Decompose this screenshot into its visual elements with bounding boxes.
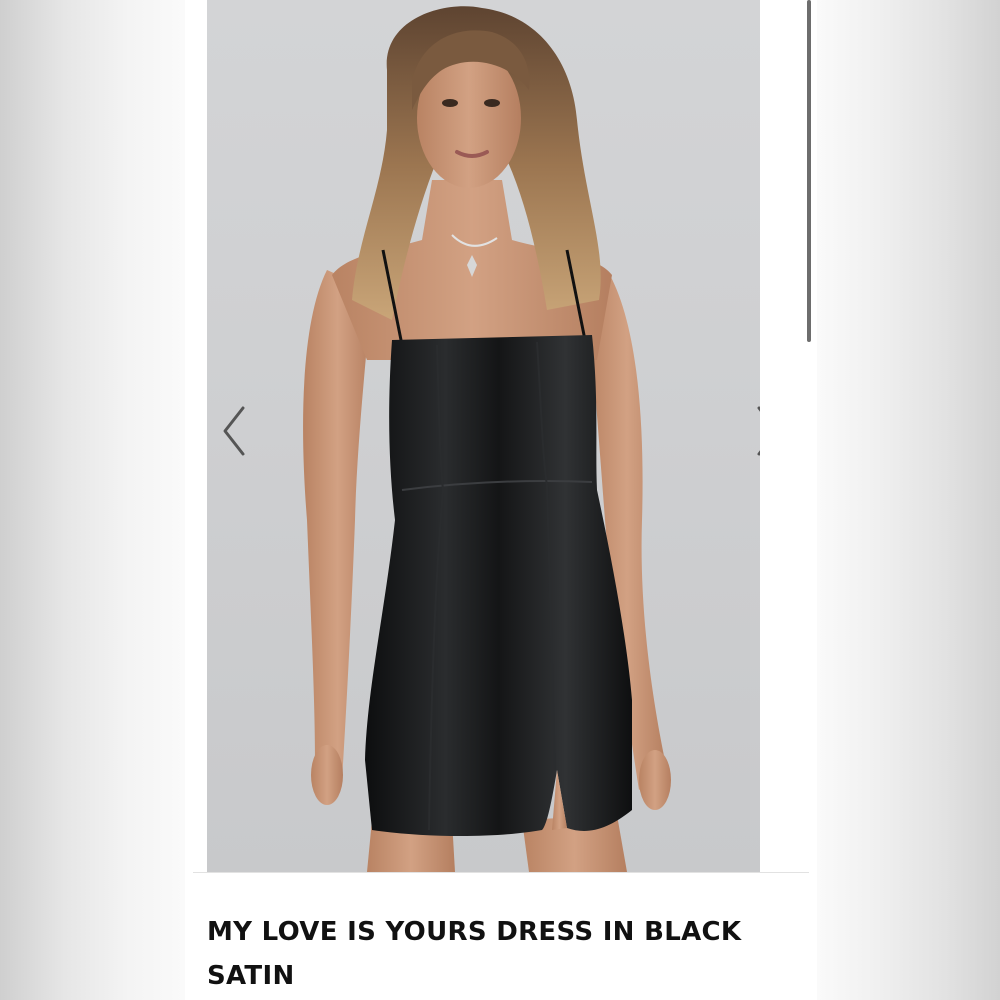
right-backdrop xyxy=(817,0,1000,1000)
product-image[interactable] xyxy=(207,0,760,872)
scrollbar[interactable] xyxy=(807,0,811,342)
model-illustration xyxy=(303,6,671,872)
divider xyxy=(193,872,809,873)
chevron-right-icon xyxy=(757,406,760,456)
left-backdrop xyxy=(0,0,185,1000)
chevron-left-icon xyxy=(223,406,245,456)
gallery-prev-button[interactable] xyxy=(219,404,249,458)
product-page: MY LOVE IS YOURS DRESS IN BLACK SATIN xyxy=(185,0,817,1000)
product-title: MY LOVE IS YOURS DRESS IN BLACK SATIN xyxy=(207,917,742,991)
gallery-next-button[interactable] xyxy=(753,404,760,458)
